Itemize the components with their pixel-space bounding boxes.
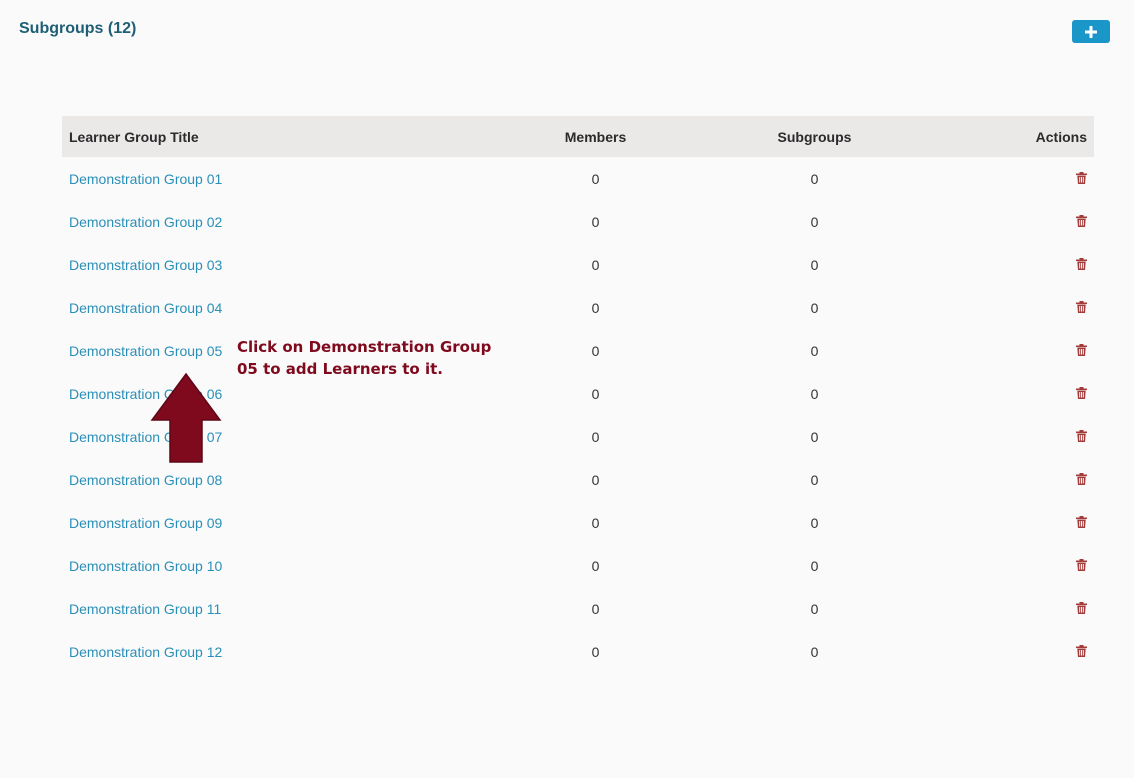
trash-icon[interactable] [1076, 601, 1087, 617]
cell-actions [924, 372, 1094, 415]
trash-icon[interactable] [1076, 644, 1087, 660]
cell-subgroups: 0 [810, 428, 819, 445]
group-title-link[interactable]: Demonstration Group 01 [69, 171, 222, 187]
table-row: Demonstration Group 02 0 0 [62, 200, 1094, 243]
cell-title: Demonstration Group 07 [62, 415, 486, 458]
cell-actions [924, 243, 1094, 286]
trash-icon[interactable] [1076, 472, 1087, 488]
cell-actions [924, 630, 1094, 673]
cell-title: Demonstration Group 10 [62, 544, 486, 587]
trash-icon[interactable] [1076, 214, 1087, 230]
cell-members: 0 [591, 170, 600, 187]
trash-icon[interactable] [1076, 429, 1087, 445]
cell-title: Demonstration Group 03 [62, 243, 486, 286]
group-title-link[interactable]: Demonstration Group 08 [69, 472, 222, 488]
trash-icon[interactable] [1076, 300, 1087, 316]
cell-title: Demonstration Group 09 [62, 501, 486, 544]
cell-title: Demonstration Group 04 [62, 286, 486, 329]
group-title-link[interactable]: Demonstration Group 12 [69, 644, 222, 660]
table-row: Demonstration Group 03 0 0 [62, 243, 1094, 286]
column-header-title: Learner Group Title [69, 128, 199, 145]
page-title: Subgroups (12) [19, 20, 137, 37]
group-title-link[interactable]: Demonstration Group 02 [69, 214, 222, 230]
cell-subgroups: 0 [810, 342, 819, 359]
cell-members: 0 [591, 342, 600, 359]
annotation-text: Click on Demonstration Group 05 to add L… [237, 338, 492, 378]
cell-subgroups: 0 [810, 299, 819, 316]
table-row: Demonstration Group 01 0 0 [62, 157, 1094, 200]
cell-members: 0 [591, 600, 600, 617]
subgroups-panel: Subgroups (12) Learner Group Title Membe… [0, 0, 1134, 778]
cell-actions [924, 329, 1094, 372]
cell-actions [924, 286, 1094, 329]
cell-subgroups: 0 [810, 514, 819, 531]
cell-title: Demonstration Group 01 [62, 157, 486, 200]
trash-icon[interactable] [1076, 343, 1087, 359]
plus-icon [1085, 25, 1097, 38]
cell-members: 0 [591, 471, 600, 488]
cell-members: 0 [591, 213, 600, 230]
group-title-link[interactable]: Demonstration Group 11 [69, 601, 221, 617]
cell-subgroups: 0 [810, 385, 819, 402]
cell-subgroups: 0 [810, 213, 819, 230]
table-row: Demonstration Group 08 0 0 [62, 458, 1094, 501]
table-row: Demonstration Group 11 0 0 [62, 587, 1094, 630]
cell-actions [924, 587, 1094, 630]
table-row: Demonstration Group 10 0 0 [62, 544, 1094, 587]
cell-subgroups: 0 [810, 170, 819, 187]
table-header-row: Learner Group Title Members Subgroups Ac… [62, 116, 1094, 157]
column-header-subgroups: Subgroups [777, 128, 852, 145]
trash-icon[interactable] [1076, 558, 1087, 574]
table-row: Demonstration Group 12 0 0 [62, 630, 1094, 673]
cell-title: Demonstration Group 02 [62, 200, 486, 243]
trash-icon[interactable] [1076, 386, 1087, 402]
cell-subgroups: 0 [810, 256, 819, 273]
cell-subgroups: 0 [810, 643, 819, 660]
column-header-actions: Actions [1035, 128, 1087, 145]
cell-actions [924, 200, 1094, 243]
group-title-link[interactable]: Demonstration Group 05 [69, 343, 222, 359]
column-header-members: Members [564, 128, 627, 145]
cell-members: 0 [591, 428, 600, 445]
cell-members: 0 [591, 643, 600, 660]
cell-title: Demonstration Group 08 [62, 458, 486, 501]
cell-actions [924, 458, 1094, 501]
cell-actions [924, 415, 1094, 458]
cell-subgroups: 0 [810, 600, 819, 617]
cell-title: Demonstration Group 12 [62, 630, 486, 673]
cell-members: 0 [591, 299, 600, 316]
add-subgroup-button[interactable] [1072, 20, 1110, 43]
group-title-link[interactable]: Demonstration Group 03 [69, 257, 222, 273]
cell-title: Demonstration Group 11 [62, 587, 486, 630]
cell-members: 0 [591, 385, 600, 402]
group-title-link[interactable]: Demonstration Group 10 [69, 558, 222, 574]
table-row: Demonstration Group 09 0 0 [62, 501, 1094, 544]
trash-icon[interactable] [1076, 257, 1087, 273]
group-title-link[interactable]: Demonstration Group 04 [69, 300, 222, 316]
cell-subgroups: 0 [810, 557, 819, 574]
cell-subgroups: 0 [810, 471, 819, 488]
trash-icon[interactable] [1076, 515, 1087, 531]
cell-members: 0 [591, 514, 600, 531]
table-row: Demonstration Group 04 0 0 [62, 286, 1094, 329]
cell-members: 0 [591, 256, 600, 273]
group-title-link[interactable]: Demonstration Group 09 [69, 515, 222, 531]
cell-actions [924, 501, 1094, 544]
cell-actions [924, 157, 1094, 200]
cell-members: 0 [591, 557, 600, 574]
trash-icon[interactable] [1076, 171, 1087, 187]
cell-actions [924, 544, 1094, 587]
up-arrow-icon [150, 372, 222, 463]
table-row: Demonstration Group 05 0 0 [62, 329, 1094, 372]
